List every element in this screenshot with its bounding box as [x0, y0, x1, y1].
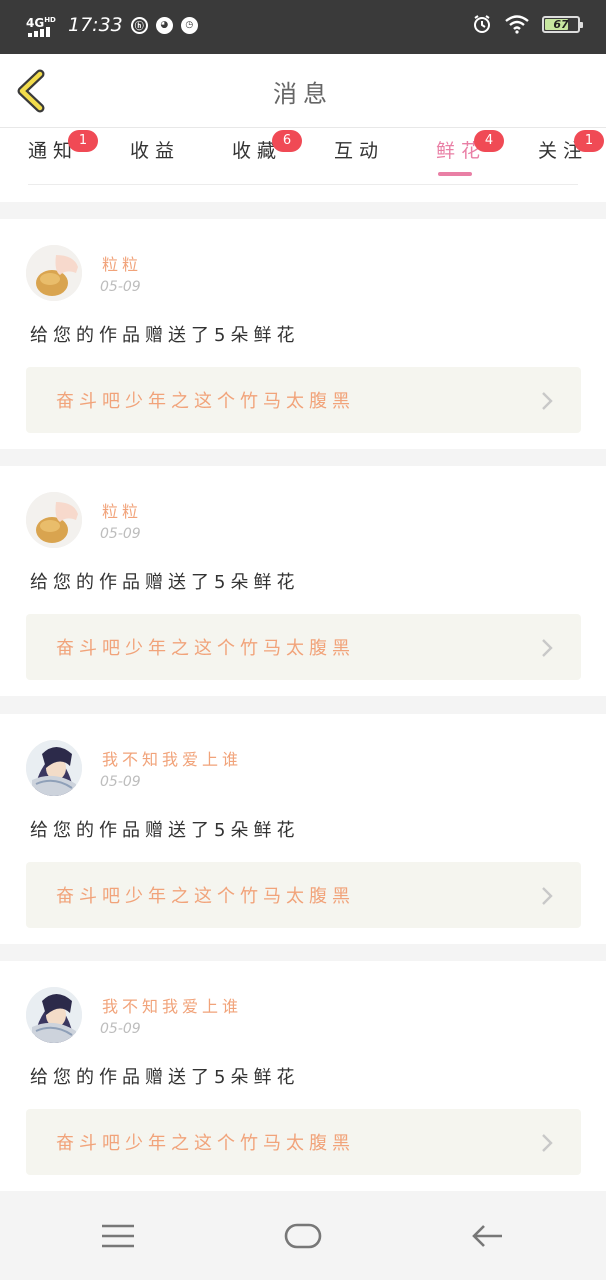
message-text: 给您的作品赠送了5朵鲜花 [30, 820, 300, 841]
sender-name[interactable]: 粒粒 [102, 498, 142, 522]
anime-character-avatar[interactable] [26, 740, 82, 796]
tab-bar: 通知 1 收益 收藏 6 互动 鲜花 4 关注 1 [0, 128, 606, 202]
back-nav-button[interactable] [468, 1218, 508, 1254]
page-title: 消息 [273, 80, 333, 108]
avatar-image [26, 740, 82, 796]
chevron-right-icon [542, 639, 553, 657]
message-card: 粒粒 05-09 给您的作品赠送了5朵鲜花 奋斗吧少年之这个竹马太腹黑 [0, 219, 606, 449]
chevron-right-icon [542, 392, 553, 410]
battery-icon: 67 [542, 15, 583, 33]
avatar-image [26, 245, 82, 301]
message-card: 我不知我爱上谁 05-09 给您的作品赠送了5朵鲜花 奋斗吧少年之这个竹马太腹黑 [0, 714, 606, 944]
app-header: 消息 [0, 54, 606, 128]
tab-badge: 1 [68, 130, 98, 152]
tab-badge: 1 [574, 130, 604, 152]
message-date: 05-09 [100, 774, 141, 790]
work-title: 奋斗吧少年之这个竹马太腹黑 [56, 886, 355, 907]
message-date: 05-09 [100, 526, 141, 542]
system-nav-bar [0, 1192, 606, 1280]
network-indicator: 4GHD [26, 12, 56, 38]
work-link[interactable]: 奋斗吧少年之这个竹马太腹黑 [26, 367, 581, 433]
home-button[interactable] [283, 1218, 323, 1254]
message-text: 给您的作品赠送了5朵鲜花 [30, 572, 300, 593]
bread-hand-avatar[interactable] [26, 245, 82, 301]
work-title: 奋斗吧少年之这个竹马太腹黑 [56, 1133, 355, 1154]
message-card: 我不知我爱上谁 05-09 给您的作品赠送了5朵鲜花 奋斗吧少年之这个竹马太腹黑 [0, 961, 606, 1191]
message-date: 05-09 [100, 279, 141, 295]
sender-name[interactable]: 我不知我爱上谁 [102, 993, 242, 1017]
message-text: 给您的作品赠送了5朵鲜花 [30, 325, 300, 346]
sender-name[interactable]: 我不知我爱上谁 [102, 746, 242, 770]
message-date: 05-09 [100, 1021, 141, 1037]
message-text: 给您的作品赠送了5朵鲜花 [30, 1067, 300, 1088]
signal-bars-icon [28, 27, 50, 37]
status-left: 4GHD 17:33 ⓗ ◕ ◷ [26, 12, 198, 38]
back-arrow-icon [472, 1225, 502, 1247]
home-icon [284, 1223, 322, 1249]
avatar-image [26, 492, 82, 548]
menu-icon [102, 1224, 134, 1248]
tab-label: 互动 [334, 140, 385, 162]
tab-badge: 4 [474, 130, 504, 152]
work-link[interactable]: 奋斗吧少年之这个竹马太腹黑 [26, 1109, 581, 1175]
tabs-divider [28, 184, 578, 185]
chevron-right-icon [542, 887, 553, 905]
message-card: 粒粒 05-09 给您的作品赠送了5朵鲜花 奋斗吧少年之这个竹马太腹黑 [0, 466, 606, 696]
app-notification-icon: ◕ [155, 16, 173, 34]
alarm-icon: ◷ [180, 16, 198, 34]
work-title: 奋斗吧少年之这个竹马太腹黑 [56, 391, 355, 412]
menu-button[interactable] [98, 1218, 138, 1254]
alarm-icon [474, 15, 490, 33]
battery-level: 67 [553, 17, 569, 31]
status-time: 17:33 [68, 14, 123, 36]
work-link[interactable]: 奋斗吧少年之这个竹马太腹黑 [26, 862, 581, 928]
tab-badge: 6 [272, 130, 302, 152]
status-right: 67 [472, 14, 583, 34]
wifi-icon [505, 15, 529, 34]
work-link[interactable]: 奋斗吧少年之这个竹马太腹黑 [26, 614, 581, 680]
network-sup: HD [44, 16, 56, 24]
active-tab-indicator [438, 172, 472, 176]
tab-label: 收益 [130, 140, 181, 162]
anime-character-avatar[interactable] [26, 987, 82, 1043]
sender-name[interactable]: 粒粒 [102, 251, 142, 275]
bread-hand-avatar[interactable] [26, 492, 82, 548]
status-bar: 4GHD 17:33 ⓗ ◕ ◷ 67 [0, 0, 606, 54]
work-title: 奋斗吧少年之这个竹马太腹黑 [56, 638, 355, 659]
hd-call-icon: ⓗ [130, 16, 148, 34]
chevron-right-icon [542, 1134, 553, 1152]
avatar-image [26, 987, 82, 1043]
